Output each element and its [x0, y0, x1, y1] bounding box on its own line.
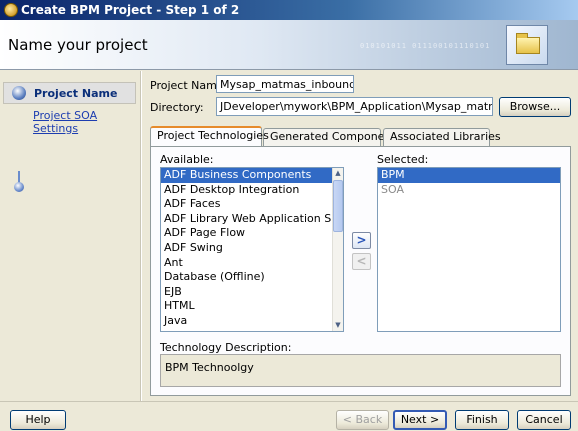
help-button[interactable]: Help [10, 410, 66, 430]
list-item[interactable]: ADF Page Flow [161, 226, 343, 241]
page-title: Name your project [8, 36, 148, 54]
tab-generated-components[interactable]: Generated Components [263, 128, 401, 146]
list-item[interactable]: ADF Library Web Application Support [161, 212, 343, 227]
nav-divider [140, 71, 142, 401]
step-project-name[interactable]: Project Name [3, 82, 136, 104]
tab-project-technologies[interactable]: Project Technologies [150, 126, 269, 146]
back-button[interactable]: < Back [336, 410, 389, 430]
scroll-up-icon[interactable]: ▲ [333, 168, 343, 179]
step-current-icon [12, 86, 26, 100]
directory-input[interactable]: JDeveloper\mywork\BPM_Application\Mysap_… [216, 97, 493, 116]
selected-list[interactable]: BPM SOA [377, 167, 561, 332]
project-name-input[interactable]: Mysap_matmas_inbound [216, 75, 354, 93]
finish-button[interactable]: Finish [455, 410, 509, 430]
technology-description-label: Technology Description: [160, 341, 292, 354]
chevron-right-icon: > [356, 233, 367, 247]
step-project-soa-settings[interactable]: Project SOA Settings [33, 109, 140, 135]
app-icon [4, 3, 18, 17]
tab-associated-libraries[interactable]: Associated Libraries [383, 128, 501, 146]
next-button[interactable]: Next > [393, 410, 447, 430]
list-item[interactable]: ADF Faces [161, 197, 343, 212]
browse-button[interactable]: Browse... [499, 97, 571, 117]
window-title-bar[interactable]: Create BPM Project - Step 1 of 2 [0, 0, 578, 20]
technology-description: BPM Technoolgy [160, 354, 561, 387]
wizard-steps: Project Name Project SOA Settings [0, 71, 140, 401]
available-list[interactable]: ADF Business Components ADF Desktop Inte… [160, 167, 344, 332]
list-item[interactable]: Java [161, 314, 343, 329]
folder-icon [506, 25, 548, 65]
available-scrollbar[interactable]: ▲ ▼ [332, 168, 343, 331]
available-label: Available: [160, 153, 214, 166]
list-item[interactable]: ADF Business Components [161, 168, 343, 183]
header-binary-decoration: 010101011 011100101110101 [360, 42, 491, 50]
chevron-left-icon: < [356, 254, 367, 268]
move-left-button[interactable]: < [352, 253, 371, 270]
step-label: Project Name [34, 87, 118, 100]
move-right-button[interactable]: > [352, 232, 371, 249]
window-title: Create BPM Project - Step 1 of 2 [21, 3, 240, 17]
list-item[interactable]: HTML [161, 299, 343, 314]
scroll-down-icon[interactable]: ▼ [333, 320, 343, 331]
step-icon [14, 182, 24, 192]
cancel-button[interactable]: Cancel [517, 410, 571, 430]
list-item[interactable]: ADF Swing [161, 241, 343, 256]
list-item[interactable]: SOA [378, 183, 560, 198]
directory-label: Directory: [150, 101, 204, 114]
list-item[interactable]: ADF Desktop Integration [161, 183, 343, 198]
wizard-header: Name your project 010101011 011100101110… [0, 20, 578, 70]
selected-label: Selected: [377, 153, 429, 166]
list-item[interactable]: EJB [161, 285, 343, 300]
scroll-thumb[interactable] [333, 180, 343, 232]
list-item[interactable]: BPM [378, 168, 560, 183]
list-item[interactable]: Ant [161, 256, 343, 271]
list-item[interactable]: Database (Offline) [161, 270, 343, 285]
